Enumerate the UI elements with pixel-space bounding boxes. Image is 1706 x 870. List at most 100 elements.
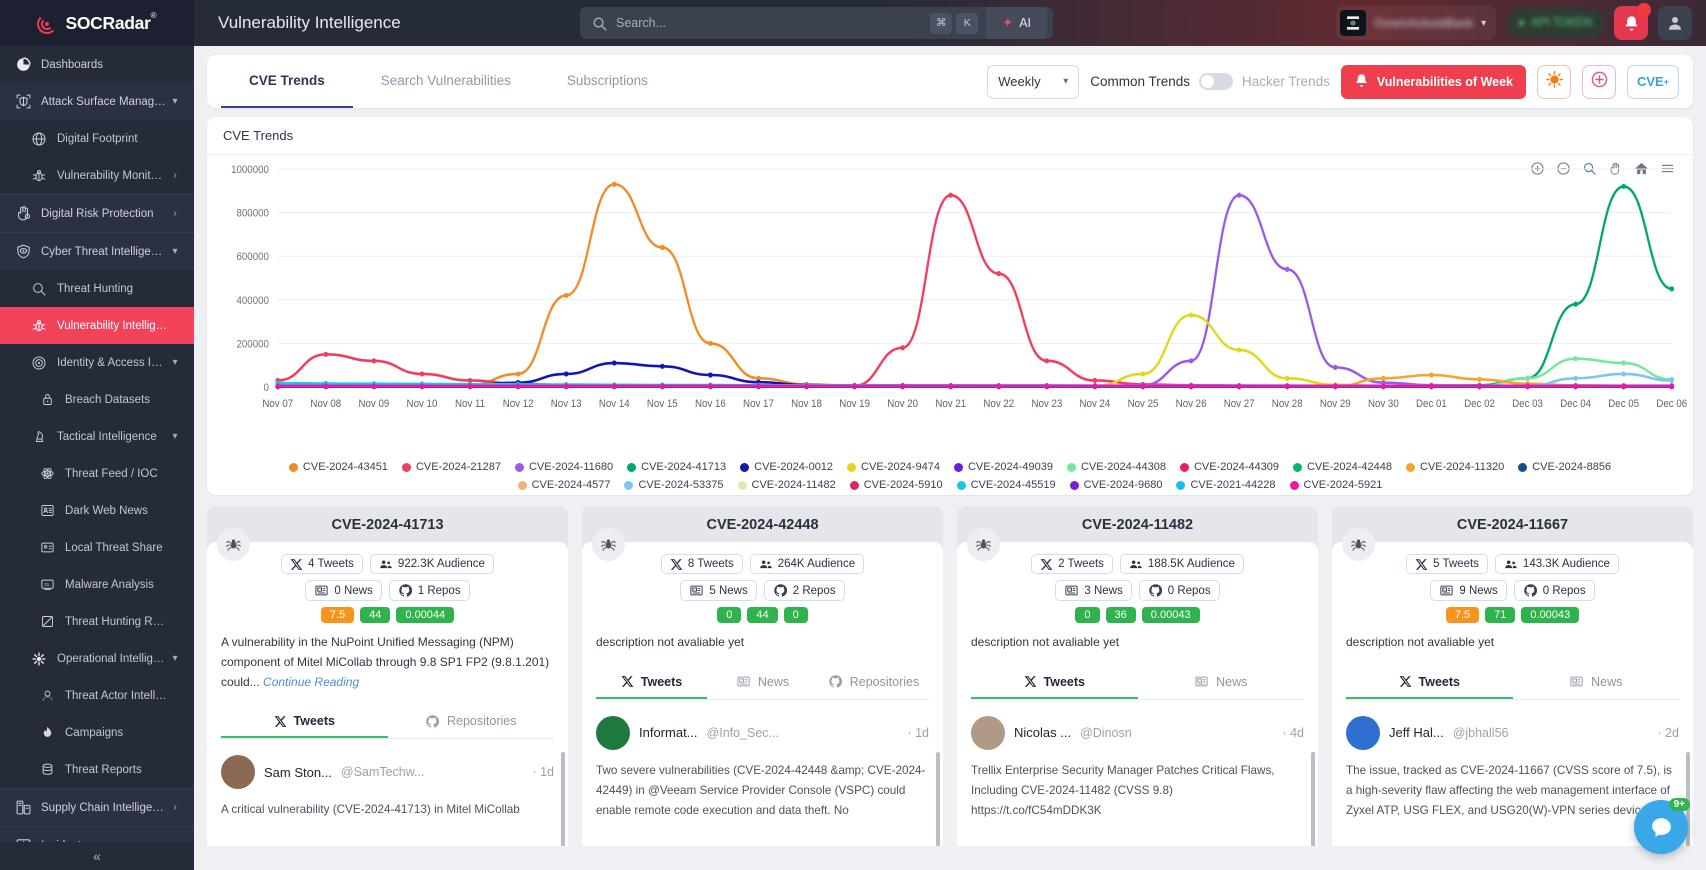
- cve-card-tab-repositories[interactable]: Repositories: [818, 667, 929, 699]
- legend-item[interactable]: CVE-2024-5910: [849, 479, 943, 491]
- tab-subscriptions[interactable]: Subscriptions: [539, 55, 676, 108]
- legend-item[interactable]: CVE-2024-11320: [1406, 461, 1504, 473]
- cve-card-tab-news[interactable]: News: [1138, 667, 1305, 699]
- cve-card-tab-repositories[interactable]: Repositories: [388, 706, 555, 738]
- sidebar-item-vulnerability-intelligence[interactable]: Vulnerability Intelligence: [0, 307, 194, 344]
- legend-item[interactable]: CVE-2024-43451: [288, 461, 388, 473]
- tweet-author-handle[interactable]: @Info_Sec...: [707, 726, 779, 740]
- virus-button[interactable]: [1537, 64, 1571, 99]
- organization-selector[interactable]: GreenActivistBank ▾: [1336, 6, 1497, 40]
- legend-item[interactable]: CVE-2024-11680: [514, 461, 613, 473]
- news-chip[interactable]: 5 News: [680, 580, 757, 601]
- repos-chip[interactable]: 2 Repos: [763, 580, 845, 601]
- audience-chip[interactable]: 188.5K Audience: [1119, 554, 1244, 574]
- sidebar-item-threat-actor-intelligence[interactable]: Threat Actor Intelligence: [0, 677, 194, 714]
- legend-item[interactable]: CVE-2024-49039: [953, 461, 1053, 473]
- sidebar-item-dark-web-news[interactable]: Dark Web News: [0, 492, 194, 529]
- tweet-author-name[interactable]: Sam Ston...: [264, 765, 332, 780]
- sidebar-item-attack-surface-management[interactable]: Attack Surface Management ▾: [0, 83, 194, 120]
- notifications-button[interactable]: [1614, 3, 1651, 40]
- tweets-chip[interactable]: 2 Tweets: [1031, 554, 1113, 574]
- sidebar-item-operational-intelligence[interactable]: Operational Intelligence ▾: [0, 640, 194, 677]
- global-search[interactable]: ⌘ K ✦ AI: [580, 7, 1053, 39]
- trends-toggle-group[interactable]: Common Trends Hacker Trends: [1090, 73, 1330, 90]
- api-token-status-pill[interactable]: ● API TOKEN: [1506, 8, 1604, 38]
- vulnerabilities-of-week-button[interactable]: Vulnerabilities of Week: [1340, 64, 1526, 99]
- continue-reading-link[interactable]: Continue Reading: [263, 675, 359, 689]
- news-chip[interactable]: 9 News: [1430, 580, 1507, 601]
- repos-chip[interactable]: 0 Repos: [1513, 580, 1595, 601]
- add-button[interactable]: [1582, 64, 1616, 99]
- tweet-author-name[interactable]: Jeff Hal...: [1389, 725, 1444, 740]
- sidebar-item-identity-access-intelligence[interactable]: Identity & Access Intelligence ▾: [0, 344, 194, 381]
- sidebar-item-digital-footprint[interactable]: Digital Footprint: [0, 120, 194, 157]
- tweets-chip[interactable]: 5 Tweets: [1406, 554, 1488, 574]
- news-chip[interactable]: 3 News: [1055, 580, 1132, 601]
- sidebar-item-vulnerability-monitoring[interactable]: Vulnerability Monitoring ›: [0, 157, 194, 194]
- tweet-author-name[interactable]: Informat...: [639, 725, 698, 740]
- sidebar-item-dashboards[interactable]: Dashboards: [0, 46, 194, 83]
- trends-switch[interactable]: [1199, 73, 1234, 90]
- audience-chip[interactable]: 143.3K Audience: [1494, 554, 1619, 574]
- legend-item[interactable]: CVE-2024-11482: [737, 479, 836, 491]
- legend-item[interactable]: CVE-2024-9680: [1069, 479, 1162, 491]
- legend-item[interactable]: CVE-2024-8856: [1518, 461, 1611, 473]
- legend-item[interactable]: CVE-2024-42448: [1292, 461, 1392, 473]
- sidebar-item-digital-risk-protection[interactable]: Digital Risk Protection ›: [0, 195, 194, 232]
- repos-chip[interactable]: 1 Repos: [388, 580, 470, 601]
- legend-item[interactable]: CVE-2024-9474: [847, 461, 940, 473]
- period-select[interactable]: Weekly ▾: [987, 64, 1080, 99]
- sidebar-item-breach-datasets[interactable]: Breach Datasets: [0, 381, 194, 418]
- legend-item[interactable]: CVE-2021-44228: [1176, 479, 1276, 491]
- chart-plot-area[interactable]: 1000000 800000 600000 400000 200000 0 Nov 07 No…: [207, 155, 1693, 433]
- legend-item[interactable]: CVE-2024-5921: [1289, 479, 1382, 491]
- chevron-down-icon: ▾: [172, 653, 178, 664]
- cve-card-tab-tweets[interactable]: Tweets: [221, 706, 388, 739]
- tab-search-vulnerabilities[interactable]: Search Vulnerabilities: [353, 55, 539, 108]
- scrollbar-thumb[interactable]: [1311, 752, 1315, 846]
- sidebar-item-campaigns[interactable]: Campaigns: [0, 714, 194, 751]
- sidebar-item-threat-hunting[interactable]: Threat Hunting: [0, 270, 194, 307]
- sidebar-item-threat-hunting-rules[interactable]: Threat Hunting Rules: [0, 603, 194, 640]
- tweet-author-handle[interactable]: @Dinosn: [1080, 726, 1132, 740]
- scrollbar-thumb[interactable]: [561, 752, 565, 846]
- chat-support-button[interactable]: 9+: [1634, 798, 1690, 854]
- sidebar-item-supply-chain-intelligence[interactable]: Supply Chain Intelligence ›: [0, 789, 194, 826]
- sidebar-item-malware-analysis[interactable]: 01 Malware Analysis: [0, 566, 194, 603]
- tweet-author-handle[interactable]: @jbhall56: [1453, 726, 1509, 740]
- legend-item[interactable]: CVE-2024-21287: [401, 461, 501, 473]
- sidebar-item-threat-reports[interactable]: Threat Reports: [0, 751, 194, 788]
- repos-chip[interactable]: 0 Repos: [1138, 580, 1220, 601]
- tab-cve-trends[interactable]: CVE Trends: [221, 55, 353, 108]
- ai-button[interactable]: ✦ AI: [986, 7, 1047, 39]
- legend-item[interactable]: CVE-2024-44308: [1066, 461, 1166, 473]
- audience-chip[interactable]: 264K Audience: [749, 554, 865, 574]
- tweet-author-name[interactable]: Nicolas ...: [1014, 725, 1071, 740]
- sidebar-collapse-button[interactable]: «: [0, 842, 194, 870]
- sidebar-item-local-threat-share[interactable]: Local Threat Share: [0, 529, 194, 566]
- tweets-chip[interactable]: 8 Tweets: [660, 554, 743, 574]
- sidebar-item-tactical-intelligence[interactable]: Tactical Intelligence ▾: [0, 418, 194, 455]
- legend-item[interactable]: CVE-2024-44309: [1179, 461, 1279, 473]
- sidebar-item-threat-feed-ioc[interactable]: Threat Feed / IOC: [0, 455, 194, 492]
- audience-chip[interactable]: 922.3K Audience: [369, 554, 494, 574]
- brand-logo[interactable]: SOCRadar ®: [0, 0, 194, 46]
- legend-item[interactable]: CVE-2024-53375: [624, 479, 724, 491]
- user-menu-button[interactable]: [1658, 6, 1692, 40]
- scrollbar-thumb[interactable]: [936, 752, 940, 846]
- cve-card-tab-tweets[interactable]: Tweets: [596, 667, 707, 699]
- tweet-author-handle[interactable]: @SamTechw...: [341, 765, 425, 779]
- cve-button[interactable]: CVE +: [1627, 64, 1679, 99]
- legend-item[interactable]: CVE-2024-45519: [956, 479, 1056, 491]
- cve-card-tab-tweets[interactable]: Tweets: [1346, 667, 1513, 699]
- search-input[interactable]: [616, 16, 927, 30]
- cve-card-tab-news[interactable]: News: [1513, 667, 1680, 699]
- news-chip[interactable]: 0 News: [305, 580, 382, 601]
- legend-item[interactable]: CVE-2024-0012: [740, 461, 833, 473]
- legend-item[interactable]: CVE-2024-41713: [627, 461, 726, 473]
- legend-item[interactable]: CVE-2024-4577: [517, 479, 610, 491]
- sidebar-item-cyber-threat-intelligence[interactable]: Cyber Threat Intelligence ▾: [0, 233, 194, 270]
- tweets-chip[interactable]: 4 Tweets: [281, 554, 363, 574]
- cve-card-tab-tweets[interactable]: Tweets: [971, 667, 1138, 699]
- cve-card-tab-news[interactable]: News: [707, 667, 818, 699]
